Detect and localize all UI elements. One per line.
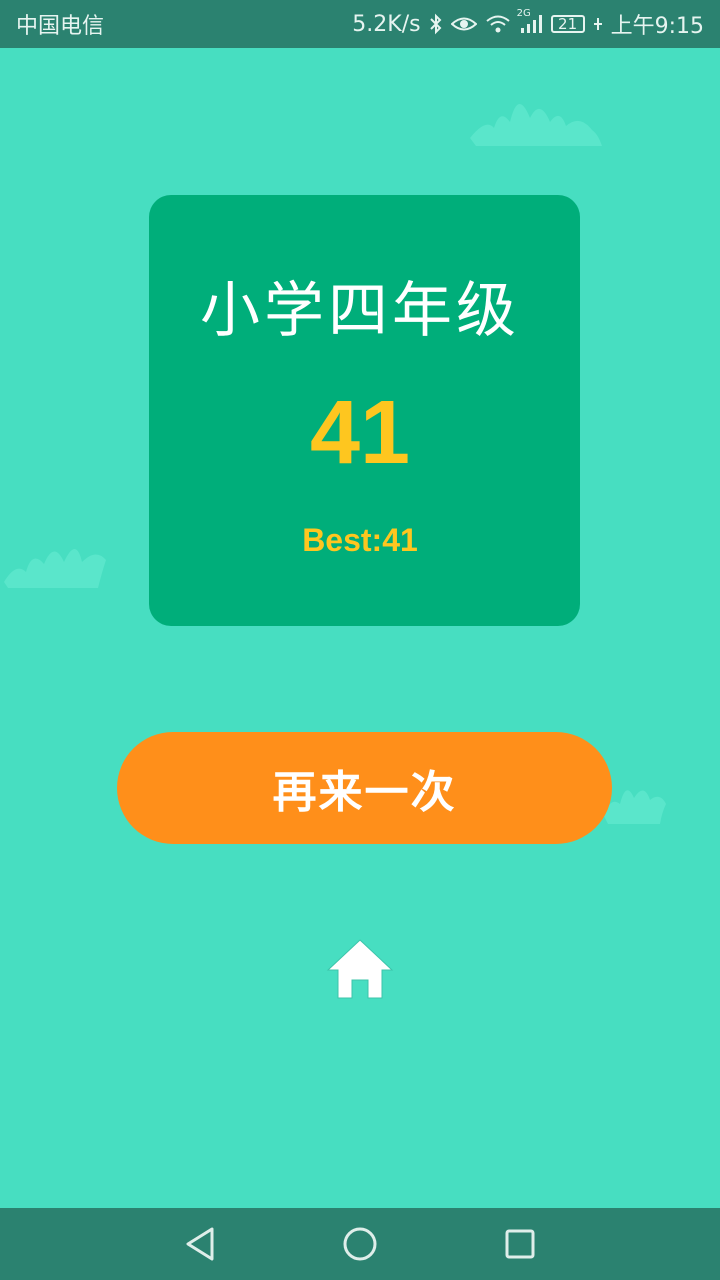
status-indicators: 5.2K/s 2G 21 上午9:15 (352, 8, 704, 40)
home-nav-button[interactable] (340, 1226, 380, 1262)
recents-icon (505, 1229, 535, 1259)
wifi-icon (485, 14, 511, 34)
grade-title: 小学四年级 (200, 276, 520, 346)
clock: 上午9:15 (610, 14, 704, 39)
status-bar: 中国电信 5.2K/s 2G 21 上午9:15 (0, 0, 720, 48)
back-button[interactable] (180, 1226, 220, 1262)
back-icon (186, 1227, 214, 1261)
retry-button[interactable]: 再来一次 (117, 732, 612, 844)
battery-icon: 21 (550, 14, 585, 33)
eye-comfort-icon (450, 15, 477, 33)
recents-button[interactable] (500, 1226, 540, 1262)
battery-level: 21 (558, 14, 578, 33)
grass-decoration-top (470, 103, 602, 146)
home-button[interactable] (325, 935, 395, 1001)
charging-icon (593, 17, 603, 31)
network-type-label: 2G (516, 8, 531, 19)
carrier-label: 中国电信 (16, 14, 105, 39)
net-speed: 5.2K/s (352, 11, 421, 37)
navigation-bar (0, 1208, 720, 1280)
home-icon (326, 939, 394, 999)
home-circle-icon (343, 1227, 377, 1261)
best-score: Best:41 (302, 522, 418, 558)
bluetooth-icon (429, 13, 443, 35)
score-value: 41 (309, 383, 411, 483)
signal-icon: 2G (517, 8, 543, 34)
